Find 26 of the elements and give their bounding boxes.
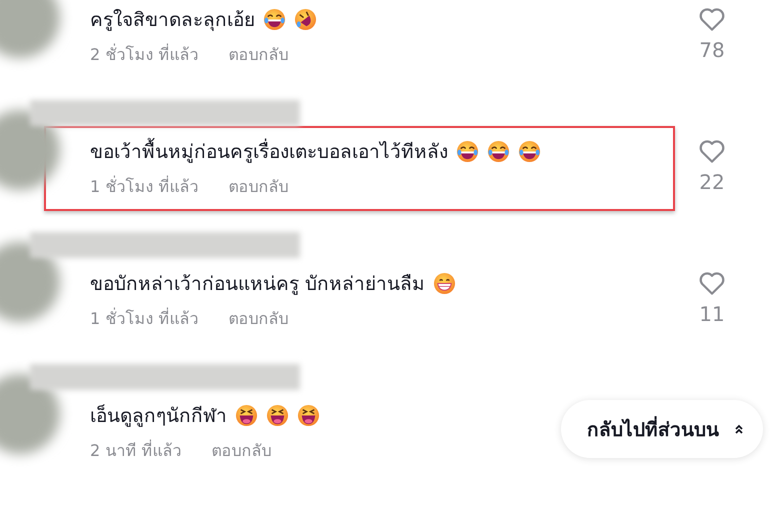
like-count: 78: [699, 38, 725, 62]
comment-time: 1 ชั่วโมง ที่แล้ว: [90, 306, 198, 330]
squinting-face-icon: [266, 404, 289, 426]
grinning-face-icon: [433, 272, 456, 294]
reply-link[interactable]: ตอบกลับ: [228, 174, 288, 199]
comment-time: 2 นาที ที่แล้ว: [90, 438, 182, 462]
laughing-tears-face-icon: [518, 140, 541, 162]
back-to-top-button[interactable]: กลับไปที่ส่วนบน: [561, 400, 763, 458]
laughing-tears-face-icon: [263, 8, 286, 30]
reply-link[interactable]: ตอบกลับ: [228, 306, 288, 331]
comment-time: 2 ชั่วโมง ที่แล้ว: [90, 42, 198, 66]
comment-text: ขอเว้าพื้นหมู่ก่อนครูเรื่องเตะบอลเอาไว้ทีหลัง: [90, 136, 448, 166]
comment-text: เอ็นดูลูกๆนักกีฬา: [90, 403, 227, 429]
reply-link[interactable]: ตอบกลับ: [211, 438, 272, 463]
comment-text: ขอบักหล่าเว้าก่อนแหน่ครู บักหล่าย่านลืม: [90, 272, 426, 297]
squinting-face-icon: [297, 404, 320, 426]
laughing-tears-face-icon: [456, 140, 479, 162]
comment-text: ครูใจสิขาดละลุกเอ้ย: [90, 8, 255, 33]
double-chevron-up-icon: [733, 423, 745, 435]
squinting-face-icon: [235, 404, 258, 426]
like-count: 11: [699, 302, 725, 326]
comment-time: 1 ชั่วโมง ที่แล้ว: [90, 174, 198, 198]
like-count: 22: [699, 170, 725, 194]
laughing-tears-face-icon: [487, 140, 510, 162]
rolling-laughing-face-icon: [294, 8, 317, 30]
reply-link[interactable]: ตอบกลับ: [228, 42, 288, 67]
